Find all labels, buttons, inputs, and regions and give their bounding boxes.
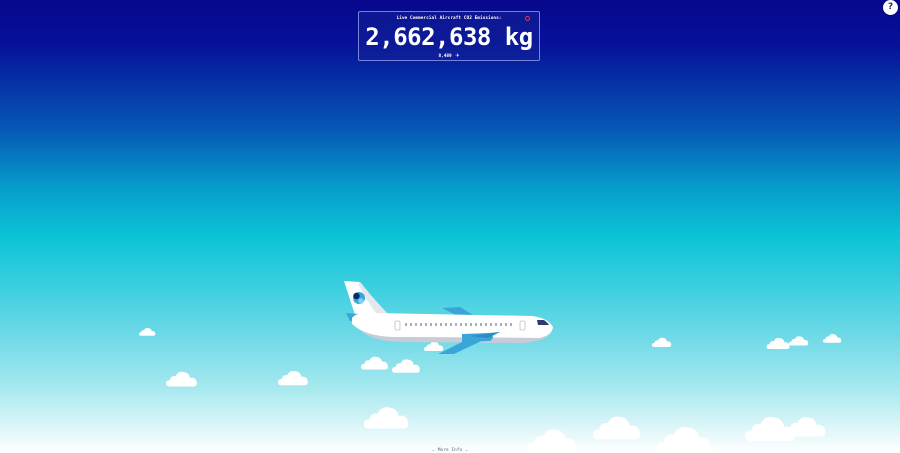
cloud	[361, 356, 388, 370]
question-mark-icon: ?	[887, 2, 894, 12]
flights-count: 8,489 ✈	[359, 53, 539, 59]
cloud	[785, 417, 826, 437]
flights-count-value: 8,489	[438, 54, 452, 59]
cloud	[593, 416, 641, 440]
help-button[interactable]: ?	[883, 0, 898, 15]
cloud	[766, 337, 790, 349]
emissions-panel: Live Commercial Aircraft CO2 Emissions: …	[358, 11, 540, 61]
panel-title: Live Commercial Aircraft CO2 Emissions:	[396, 16, 502, 21]
cloud	[278, 370, 308, 386]
emissions-value: 2,662,638	[365, 23, 491, 51]
chevron-down-icon: ⌄	[464, 447, 469, 452]
cloud	[392, 359, 420, 373]
emissions-unit: kg	[504, 23, 533, 51]
more-info-link[interactable]: More Info	[438, 448, 462, 453]
chevron-down-icon: ⌄	[431, 447, 436, 452]
sky-scene	[139, 281, 842, 453]
live-indicator-icon	[525, 16, 530, 21]
more-info-toggle[interactable]: ⌄ More Info ⌄	[0, 446, 900, 453]
cloud	[652, 337, 672, 347]
airplane-icon: ✈	[455, 53, 460, 59]
cloud	[139, 327, 156, 336]
cloud	[823, 333, 842, 343]
cloud	[166, 371, 197, 387]
cloud	[789, 336, 809, 346]
airplane-illustration	[344, 281, 553, 354]
emissions-counter: 2,662,638 kg	[359, 24, 539, 50]
cloud	[424, 341, 444, 351]
cloud	[364, 407, 409, 429]
